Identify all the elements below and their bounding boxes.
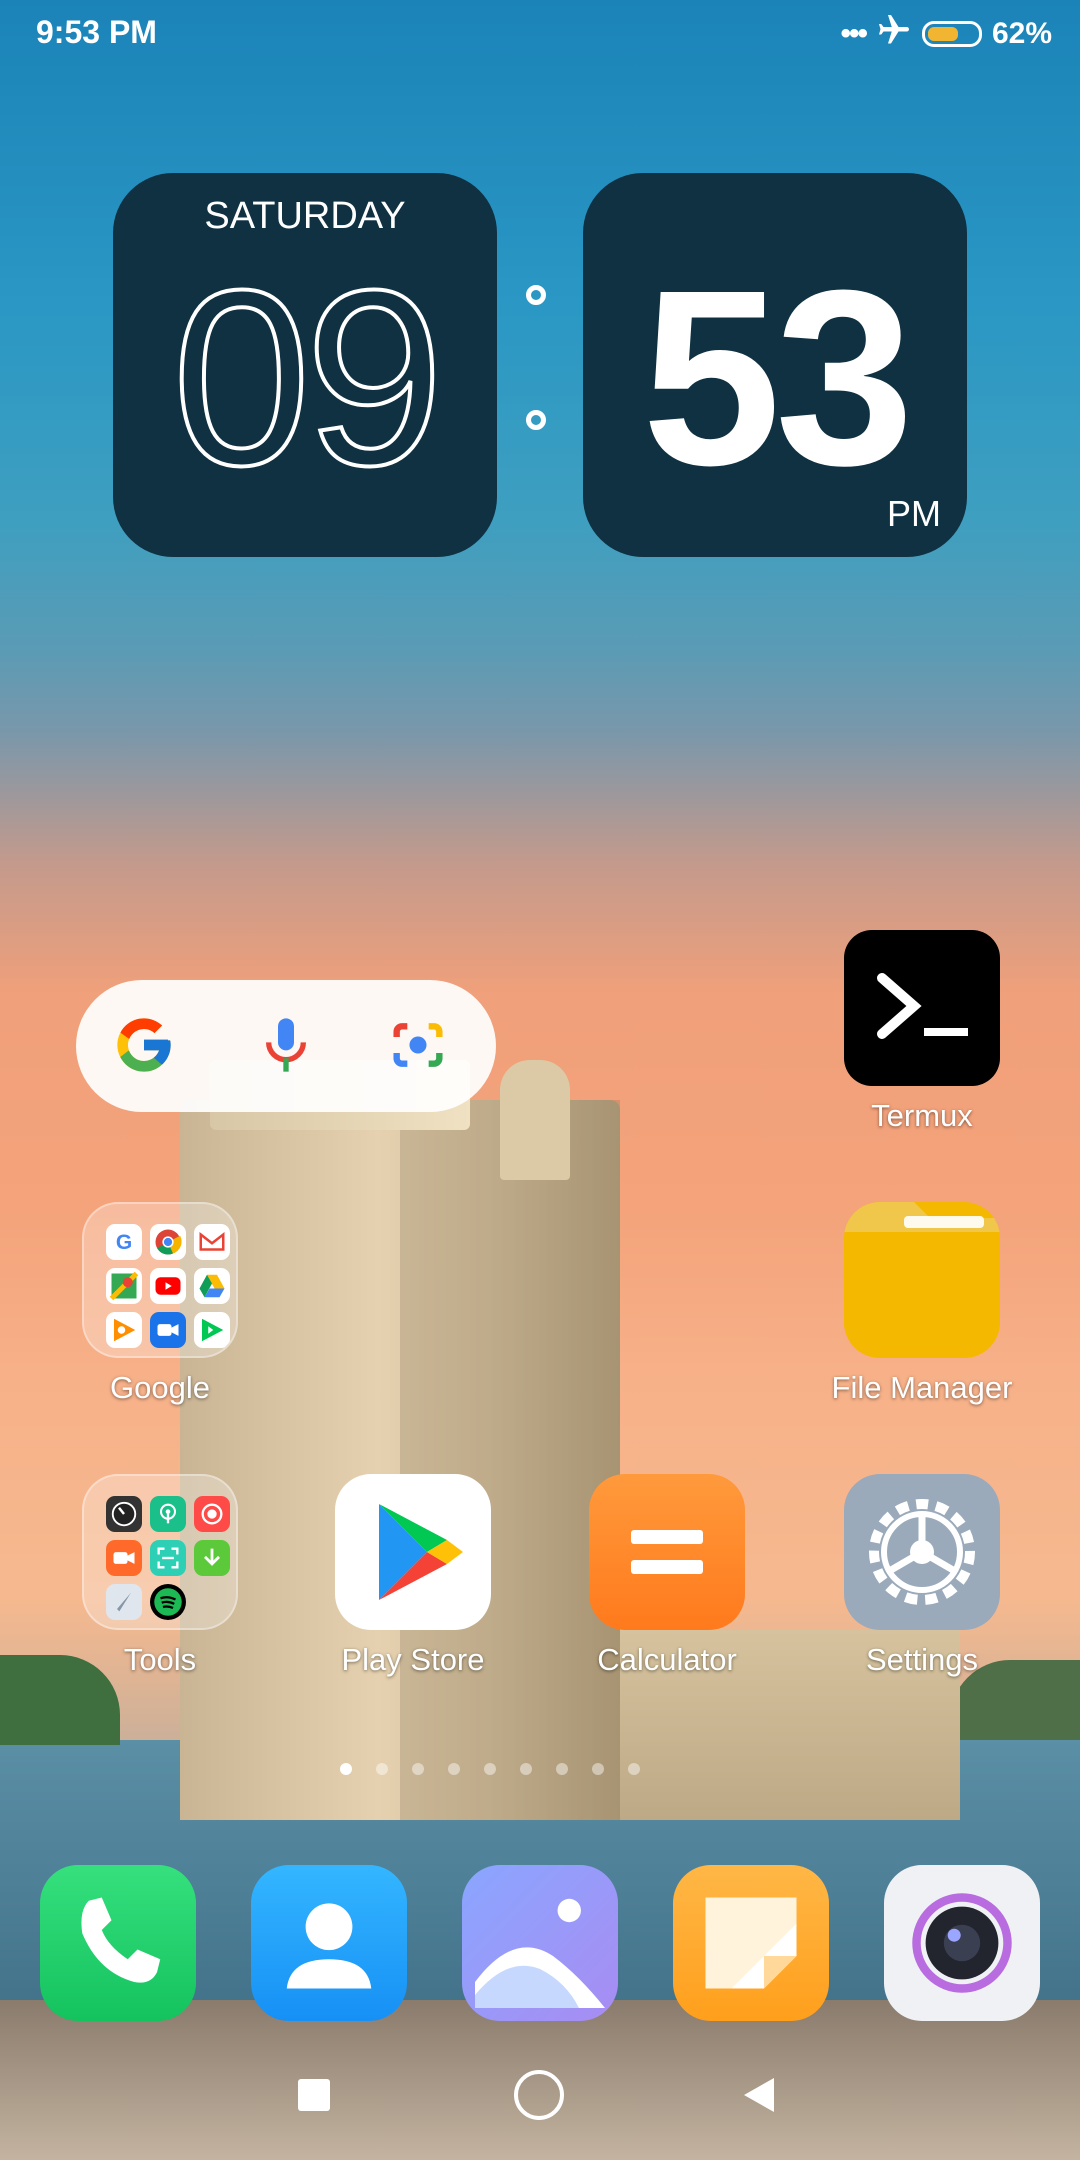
clock-ampm: PM — [887, 493, 941, 534]
clock-colon-dot-bottom — [526, 410, 546, 430]
notes-icon[interactable] — [673, 1865, 829, 2021]
duo-icon — [150, 1312, 186, 1348]
contacts-icon[interactable] — [251, 1865, 407, 2021]
page-dot — [340, 1763, 352, 1775]
google-icon: G — [106, 1224, 142, 1260]
folder-icon[interactable] — [844, 1202, 1000, 1358]
clock-hours-card[interactable]: SATURDAY 09 — [113, 173, 497, 557]
app-settings[interactable]: Settings — [822, 1474, 1022, 1678]
page-dot — [448, 1763, 460, 1775]
app-label: Tools — [123, 1642, 197, 1677]
wallpaper-tower-shadow — [400, 1100, 620, 1820]
more-dots-icon: ••• — [840, 17, 867, 50]
app-calculator[interactable]: Calculator — [567, 1474, 767, 1678]
chrome-icon — [150, 1224, 186, 1260]
page-dot — [628, 1763, 640, 1775]
battery-icon — [921, 21, 982, 47]
app-label: Play Store — [341, 1642, 485, 1677]
app-label: Google — [110, 1370, 210, 1405]
dock — [0, 1865, 1080, 2025]
battery-percent: 62% — [991, 17, 1052, 50]
app-termux[interactable]: Termux — [822, 930, 1022, 1134]
svg-text:G: G — [116, 1231, 132, 1254]
youtube-icon — [150, 1268, 186, 1304]
clock-minutes: 53 — [641, 238, 914, 517]
play-music-icon — [106, 1312, 142, 1348]
page-dot — [412, 1763, 424, 1775]
app-play-store[interactable]: Play Store — [313, 1474, 513, 1678]
home-circle-icon[interactable] — [514, 2070, 564, 2120]
clock-day: SATURDAY — [204, 195, 406, 237]
status-icons: ••• 62% — [840, 12, 1052, 56]
recorder-icon — [194, 1496, 230, 1532]
drive-icon — [194, 1268, 230, 1304]
home-circle-inner — [527, 2083, 551, 2107]
navigation-bar — [0, 2050, 1080, 2160]
radio-icon — [150, 1496, 186, 1532]
folder-tools[interactable]: Tools — [60, 1474, 260, 1678]
scanner-icon — [150, 1540, 186, 1576]
app-file-manager[interactable]: File Manager — [822, 1202, 1022, 1406]
screen-recorder-icon — [106, 1540, 142, 1576]
page-dot — [592, 1763, 604, 1775]
google-search-widget[interactable] — [76, 980, 496, 1112]
app-label: Calculator — [597, 1642, 737, 1677]
phone-icon[interactable] — [40, 1865, 196, 2021]
recents-square-icon[interactable] — [298, 2079, 330, 2111]
wallpaper-tower-turret — [500, 1060, 570, 1180]
page-dot — [376, 1763, 388, 1775]
gmail-icon — [194, 1224, 230, 1260]
page-dot — [484, 1763, 496, 1775]
clock-colon-dot-top — [526, 285, 546, 305]
spotify-icon — [150, 1584, 186, 1620]
folder-icon-tools[interactable] — [82, 1474, 238, 1630]
app-label: File Manager — [831, 1370, 1013, 1405]
app-label: Termux — [871, 1098, 973, 1133]
gear-icon[interactable] — [844, 1474, 1000, 1630]
clock-icon — [106, 1496, 142, 1532]
terminal-icon[interactable] — [844, 930, 1000, 1086]
folder-google[interactable]: G Google — [60, 1202, 260, 1406]
microphone-icon[interactable] — [254, 1013, 318, 1082]
camera-icon[interactable] — [884, 1865, 1040, 2021]
folder-icon-google[interactable]: G — [82, 1202, 238, 1358]
maps-icon — [106, 1268, 142, 1304]
page-dot — [520, 1763, 532, 1775]
play-store-icon[interactable] — [335, 1474, 491, 1630]
lens-camera-icon[interactable] — [386, 1013, 450, 1082]
google-g-icon[interactable] — [112, 1013, 176, 1082]
status-bar: 9:53 PM ••• 62% — [0, 0, 1080, 70]
app-label: Settings — [865, 1642, 978, 1677]
play-movies-icon — [194, 1312, 230, 1348]
battery-level-fill — [927, 27, 958, 41]
compass-icon — [106, 1584, 142, 1620]
back-triangle-icon[interactable] — [744, 2078, 774, 2112]
page-dot — [556, 1763, 568, 1775]
gallery-icon[interactable] — [462, 1865, 618, 2021]
status-time: 9:53 PM — [36, 14, 157, 50]
clock-minutes-card[interactable]: 53 PM — [583, 173, 967, 557]
downloads-icon — [194, 1540, 230, 1576]
clock-hours: 09 — [170, 238, 446, 517]
calculator-icon[interactable] — [589, 1474, 745, 1630]
page-indicator — [340, 1763, 640, 1775]
airplane-mode-icon — [876, 12, 912, 56]
